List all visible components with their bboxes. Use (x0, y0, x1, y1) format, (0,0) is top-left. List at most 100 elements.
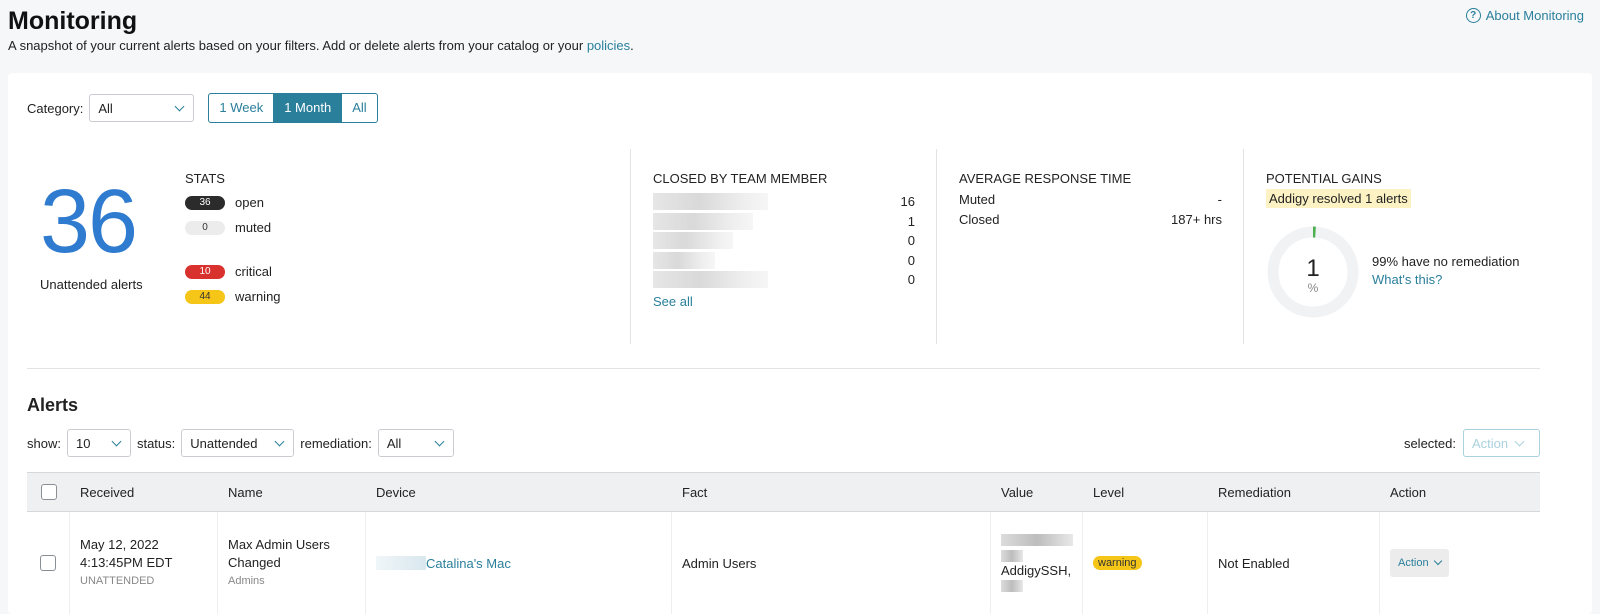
remediation-label: remediation: (300, 435, 372, 451)
alerts-controls: show: 10 status: Unattended remediation:… (27, 429, 454, 457)
level-cell: warning (1083, 512, 1208, 614)
category-select[interactable]: All (89, 94, 195, 122)
received-cell: May 12, 2022 4:13:45PM EDT UNATTENDED (70, 512, 218, 614)
open-badge: 36 (185, 195, 225, 210)
team-row: 0 (653, 270, 915, 290)
divider (936, 149, 937, 344)
col-fact[interactable]: Fact (672, 485, 991, 500)
team-title: CLOSED BY TEAM MEMBER (653, 171, 828, 186)
redacted-name (653, 193, 768, 211)
select-all-cell (27, 484, 70, 500)
gains-title: POTENTIAL GAINS (1266, 171, 1382, 186)
range-all[interactable]: All (342, 94, 376, 122)
response-row-closed: Closed 187+ hrs (959, 211, 1222, 227)
value-cell: AddigySSH, (991, 512, 1083, 614)
team-row: 0 (653, 231, 915, 251)
status-label: status: (136, 435, 176, 451)
alerts-table: Received Name Device Fact Value Level Re… (27, 472, 1540, 614)
level-badge: warning (1093, 556, 1142, 570)
redacted-name (653, 271, 768, 289)
redacted-device-prefix (376, 556, 426, 570)
policies-link[interactable]: policies (587, 38, 630, 53)
col-name[interactable]: Name (218, 485, 366, 500)
stats-title: STATS (185, 171, 225, 186)
gains-text: 99% have no remediation What's this? (1372, 253, 1519, 289)
col-device[interactable]: Device (366, 485, 672, 500)
row-checkbox[interactable] (40, 555, 56, 571)
potential-gains: POTENTIAL GAINS Addigy resolved 1 alerts… (1266, 171, 1566, 341)
warning-badge: 44 (185, 289, 225, 304)
critical-badge: 10 (185, 264, 225, 279)
chevron-down-icon (1514, 436, 1525, 446)
team-row: 16 (653, 192, 915, 212)
status-select[interactable]: Unattended (181, 429, 295, 457)
response-title: AVERAGE RESPONSE TIME (959, 171, 1132, 186)
no-remediation-text: 99% have no remediation (1372, 254, 1520, 269)
divider (1243, 149, 1244, 344)
redacted-value (1001, 534, 1073, 546)
redacted-name (653, 232, 733, 250)
chevron-down-icon (274, 436, 285, 446)
stats-list: STATS 36 open 0 muted 10 critical 44 war… (185, 171, 281, 309)
whats-this-link[interactable]: What's this? (1372, 272, 1442, 287)
gains-highlight: Addigy resolved 1 alerts (1266, 189, 1411, 208)
chevron-down-icon (434, 436, 445, 446)
fact-cell: Admin Users (672, 512, 991, 614)
stats-section: 36 Unattended alerts STATS 36 open 0 mut… (8, 149, 1592, 344)
response-row-muted: Muted - (959, 192, 1222, 207)
see-all-link[interactable]: See all (653, 294, 915, 309)
range-1-week[interactable]: 1 Week (209, 94, 275, 122)
stat-critical: 10 critical (185, 259, 281, 284)
stat-muted: 0 muted (185, 215, 281, 240)
alert-category: Admins (228, 575, 265, 587)
alerts-title: Alerts (27, 395, 79, 415)
bulk-action-row: selected: Action (1404, 429, 1540, 457)
select-all-checkbox[interactable] (40, 484, 57, 500)
alert-name: Max Admin Users Changed (228, 537, 330, 570)
row-select-cell (27, 512, 70, 614)
col-value[interactable]: Value (991, 485, 1083, 500)
row-action-button[interactable]: Action (1390, 549, 1449, 577)
chevron-down-icon (111, 436, 122, 446)
stat-warning: 44 warning (185, 284, 281, 309)
gains-percent-symbol: % (1307, 281, 1319, 295)
monitoring-card: Category: All 1 Week 1 Month All 36 Unat… (8, 73, 1592, 614)
average-response-time: AVERAGE RESPONSE TIME Muted - Closed 187… (959, 171, 1222, 231)
action-cell: Action (1380, 512, 1540, 614)
team-row: 0 (653, 251, 915, 271)
show-select[interactable]: 10 (66, 429, 131, 457)
unattended-count: 36 (40, 172, 138, 272)
device-link[interactable]: Catalina's Mac (426, 556, 511, 571)
remediation-select[interactable]: All (377, 429, 454, 457)
team-row: 1 (653, 212, 915, 232)
col-received[interactable]: Received (70, 485, 218, 500)
chevron-down-icon (174, 101, 185, 111)
table-row: May 12, 2022 4:13:45PM EDT UNATTENDED Ma… (27, 512, 1540, 614)
gains-percent: 1 (1306, 255, 1320, 282)
chevron-down-icon (1433, 556, 1442, 566)
page-subtitle: A snapshot of your current alerts based … (8, 38, 634, 53)
muted-badge: 0 (185, 220, 225, 235)
alert-state: UNATTENDED (80, 575, 155, 587)
help-circle-icon: ? (1465, 8, 1481, 23)
remediation-cell: Not Enabled (1208, 512, 1380, 614)
unattended-label: Unattended alerts (40, 277, 143, 292)
filter-row: Category: All 1 Week 1 Month All (27, 93, 378, 123)
range-1-month[interactable]: 1 Month (274, 94, 343, 122)
redacted-name (653, 251, 715, 269)
closed-by-team-member: CLOSED BY TEAM MEMBER 16 1 0 0 0 See all (653, 171, 915, 309)
redacted-value (1001, 580, 1023, 592)
section-divider (27, 368, 1540, 369)
table-header: Received Name Device Fact Value Level Re… (27, 472, 1540, 512)
page-header: Monitoring A snapshot of your current al… (8, 6, 1592, 64)
about-monitoring-link[interactable]: ? About Monitoring (1465, 8, 1584, 23)
divider (630, 149, 631, 344)
category-label: Category: (27, 100, 84, 116)
col-action: Action (1390, 484, 1427, 500)
col-level[interactable]: Level (1083, 485, 1208, 500)
bulk-action-button[interactable]: Action (1463, 429, 1540, 457)
redacted-value (1001, 550, 1023, 562)
time-range-toggle: 1 Week 1 Month All (208, 93, 378, 123)
col-remediation[interactable]: Remediation (1208, 485, 1380, 500)
redacted-name (653, 212, 753, 230)
